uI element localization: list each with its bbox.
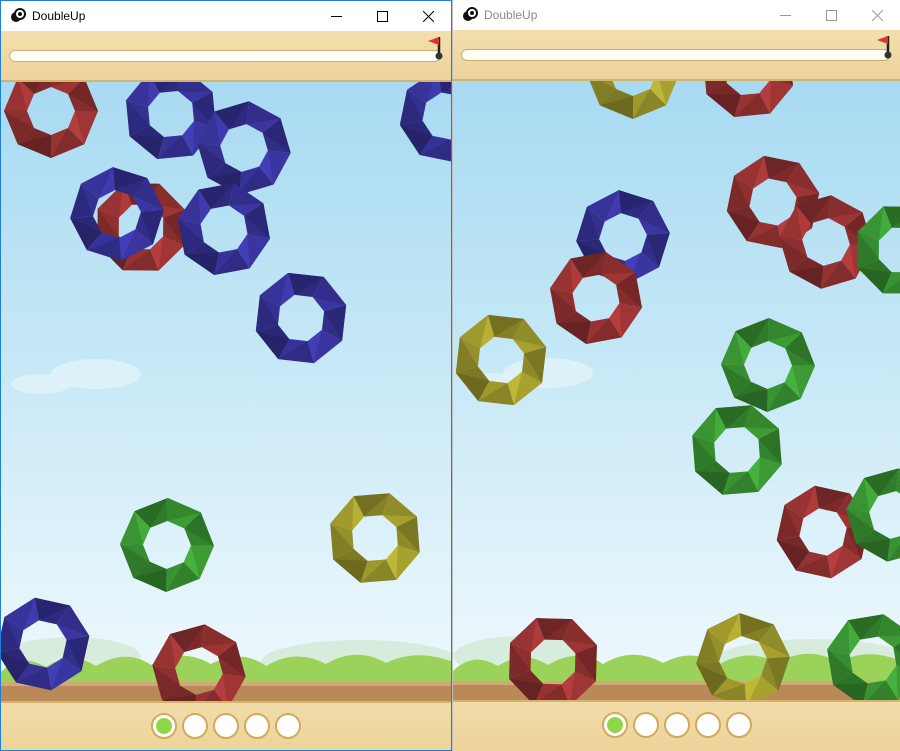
doubleup-app-icon (463, 7, 478, 21)
doubleup-app-icon (11, 8, 26, 22)
close-icon (422, 10, 434, 22)
maximize-icon (825, 9, 837, 21)
life-slot (663, 712, 690, 738)
olive-ring[interactable] (696, 613, 790, 700)
game-playfield[interactable] (453, 81, 900, 700)
title-bar[interactable]: DoubleUp (1, 1, 451, 31)
top-panel (453, 30, 900, 81)
title-bar[interactable]: DoubleUp (453, 0, 900, 30)
red-ring[interactable] (726, 155, 820, 249)
close-button[interactable] (405, 1, 451, 31)
close-icon (871, 9, 883, 21)
window-title: DoubleUp (32, 9, 86, 23)
window-title: DoubleUp (484, 8, 538, 22)
maximize-button[interactable] (808, 0, 854, 30)
close-button[interactable] (854, 0, 900, 30)
minimize-button[interactable] (762, 0, 808, 30)
blue-ring[interactable] (255, 272, 347, 364)
red-ring[interactable] (703, 81, 793, 117)
minimize-button[interactable] (313, 1, 359, 31)
life-slot (213, 713, 239, 739)
green-ring[interactable] (721, 318, 815, 412)
life-slot (275, 713, 301, 739)
goal-flag-icon (877, 36, 892, 59)
minimize-icon (330, 15, 342, 17)
blue-ring[interactable] (178, 183, 270, 275)
game-window-right[interactable]: DoubleUp (452, 0, 900, 751)
life-slot (725, 712, 752, 738)
bottom-panel (453, 700, 900, 751)
green-ring[interactable] (692, 405, 782, 495)
olive-ring[interactable] (330, 493, 420, 583)
blue-ring[interactable] (399, 82, 451, 162)
red-ring[interactable] (509, 618, 597, 700)
lives-indicator (1, 713, 451, 739)
life-slot (244, 713, 270, 739)
maximize-icon (376, 10, 388, 22)
life-slot (601, 712, 628, 738)
level-progress-bar (461, 49, 890, 61)
level-progress-bar (9, 50, 441, 62)
olive-ring[interactable] (586, 81, 680, 119)
top-panel (1, 31, 451, 82)
olive-ring[interactable] (455, 314, 547, 406)
red-ring[interactable] (152, 624, 246, 701)
red-ring[interactable] (4, 82, 98, 158)
life-slot (694, 712, 721, 738)
goal-flag-icon (428, 37, 443, 60)
rings-layer (1, 82, 451, 701)
life-slot (182, 713, 208, 739)
lives-indicator (453, 712, 900, 738)
life-slot (632, 712, 659, 738)
bottom-panel (1, 701, 451, 750)
green-ring[interactable] (827, 614, 900, 700)
game-playfield[interactable] (1, 82, 451, 701)
life-slot (151, 713, 177, 739)
blue-ring[interactable] (1, 597, 90, 691)
minimize-icon (779, 14, 791, 16)
rings-layer (455, 81, 900, 700)
green-ring[interactable] (120, 498, 214, 592)
game-window-left[interactable]: DoubleUp (0, 0, 452, 751)
maximize-button[interactable] (359, 1, 405, 31)
